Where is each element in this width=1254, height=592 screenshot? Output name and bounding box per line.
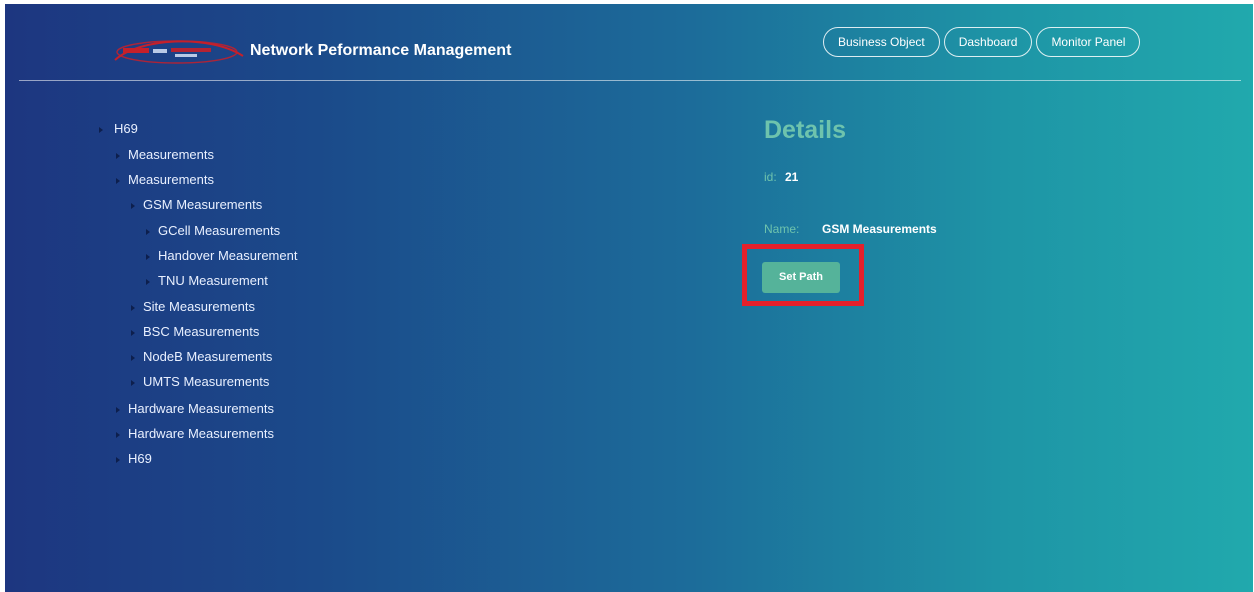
tree-item-bsc-measurements[interactable]: BSC Measurements [143, 324, 259, 339]
tree-item-measurements[interactable]: Measurements [128, 147, 214, 162]
tree-item-nodeb-measurements[interactable]: NodeB Measurements [143, 349, 272, 364]
id-label: id: [764, 170, 777, 184]
caret-icon[interactable] [131, 380, 135, 386]
tree-item-measurements[interactable]: Measurements [128, 172, 214, 187]
caret-icon[interactable] [116, 178, 120, 184]
app-frame: Network Peformance Management Business O… [5, 4, 1253, 592]
header: Network Peformance Management Business O… [5, 4, 1253, 80]
caret-icon[interactable] [116, 153, 120, 159]
name-value: GSM Measurements [822, 222, 937, 236]
tree-item-gcell-measurements[interactable]: GCell Measurements [158, 223, 280, 238]
tree-item-umts-measurements[interactable]: UMTS Measurements [143, 374, 269, 389]
tree-item-h69[interactable]: H69 [128, 451, 152, 466]
caret-icon[interactable] [146, 254, 150, 260]
tree-item-h69[interactable]: H69 [114, 121, 138, 136]
caret-icon[interactable] [116, 407, 120, 413]
caret-icon[interactable] [116, 432, 120, 438]
caret-icon[interactable] [146, 229, 150, 235]
caret-icon[interactable] [131, 330, 135, 336]
caret-icon[interactable] [99, 127, 103, 133]
tree-item-hardware-measurements[interactable]: Hardware Measurements [128, 426, 274, 441]
tree-item-hardware-measurements[interactable]: Hardware Measurements [128, 401, 274, 416]
caret-icon[interactable] [116, 457, 120, 463]
tree-item-handover-measurement[interactable]: Handover Measurement [158, 248, 297, 263]
id-value: 21 [785, 170, 799, 184]
company-logo [114, 40, 244, 64]
caret-icon[interactable] [131, 305, 135, 311]
business-object-button[interactable]: Business Object [823, 27, 940, 57]
set-path-button[interactable]: Set Path [762, 262, 840, 293]
caret-icon[interactable] [131, 203, 135, 209]
top-nav: Business Object Dashboard Monitor Panel [823, 27, 1141, 57]
details-title: Details [764, 116, 846, 144]
name-label: Name: [764, 222, 800, 236]
dashboard-button[interactable]: Dashboard [943, 27, 1033, 57]
caret-icon[interactable] [131, 355, 135, 361]
header-divider [19, 80, 1241, 81]
tree-item-gsm-measurements[interactable]: GSM Measurements [143, 197, 262, 212]
tree-item-tnu-measurement[interactable]: TNU Measurement [158, 273, 268, 288]
tree-item-site-measurements[interactable]: Site Measurements [143, 299, 255, 314]
caret-icon[interactable] [146, 279, 150, 285]
monitor-panel-button[interactable]: Monitor Panel [1036, 27, 1141, 57]
app-title: Network Peformance Management [250, 42, 512, 59]
